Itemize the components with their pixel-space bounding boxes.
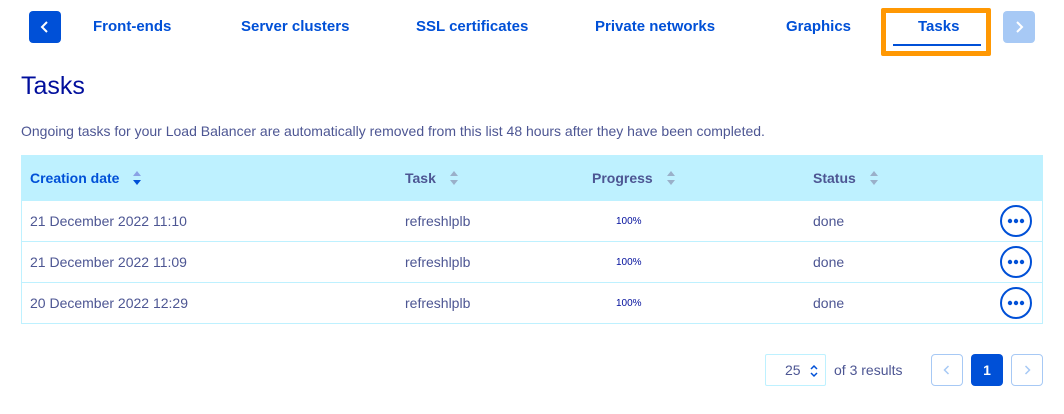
per-page-select[interactable]: 25: [765, 354, 826, 386]
row-actions-button[interactable]: [1000, 287, 1032, 319]
cell-task: refreshlplb: [405, 295, 471, 311]
pagination-next-button[interactable]: [1011, 354, 1043, 386]
tab-server-clusters[interactable]: Server clusters: [241, 15, 349, 39]
sort-icon: [869, 171, 879, 185]
table-header: Creation date Task Progress Status: [22, 156, 1042, 200]
row-actions-button[interactable]: [1000, 205, 1032, 237]
tabs-previous-button[interactable]: [29, 11, 61, 43]
column-header-status[interactable]: Status: [813, 156, 879, 200]
tab-private-networks[interactable]: Private networks: [595, 15, 715, 39]
cell-creation-date: 21 December 2022 11:09: [30, 254, 187, 270]
ellipsis-icon: [1007, 259, 1025, 265]
ellipsis-icon: [1007, 218, 1025, 224]
cell-status: done: [813, 213, 845, 229]
cell-status: done: [813, 254, 845, 270]
per-page-value: 25: [785, 362, 801, 378]
column-label: Progress: [592, 170, 653, 186]
tabs-next-button[interactable]: [1003, 11, 1035, 43]
tab-tasks[interactable]: Tasks: [918, 15, 959, 39]
tab-ssl-certificates[interactable]: SSL certificates: [416, 15, 528, 39]
tab-front-ends[interactable]: Front-ends: [93, 15, 171, 39]
row-actions-button[interactable]: [1000, 246, 1032, 278]
results-count: of 3 results: [834, 362, 903, 378]
column-header-creation-date[interactable]: Creation date: [30, 156, 142, 200]
pagination-page-button[interactable]: 1: [971, 354, 1003, 386]
active-tab-indicator: [893, 44, 981, 46]
cell-progress: 100%: [616, 256, 642, 268]
sort-icon: [449, 171, 459, 185]
column-label: Creation date: [30, 170, 120, 186]
tab-bar: Front-ends Server clusters SSL certifica…: [0, 0, 1064, 56]
page-description: Ongoing tasks for your Load Balancer are…: [21, 123, 765, 139]
column-header-task[interactable]: Task: [405, 156, 459, 200]
table-row: 21 December 2022 11:09 refreshlplb 100% …: [22, 241, 1042, 282]
column-label: Status: [813, 170, 856, 186]
cell-status: done: [813, 295, 845, 311]
table-row: 20 December 2022 12:29 refreshlplb 100% …: [22, 282, 1042, 323]
chevron-right-icon: [1024, 365, 1031, 375]
column-header-progress[interactable]: Progress: [592, 156, 676, 200]
cell-creation-date: 20 December 2022 12:29: [30, 295, 188, 311]
cell-progress: 100%: [616, 215, 642, 227]
ellipsis-icon: [1007, 300, 1025, 306]
chevron-left-icon: [40, 21, 48, 33]
page-title: Tasks: [21, 72, 85, 100]
tasks-table: Creation date Task Progress Status 21 De…: [21, 155, 1043, 324]
tab-graphics[interactable]: Graphics: [786, 15, 851, 39]
updown-chevron-icon: [810, 364, 818, 378]
pagination-previous-button[interactable]: [931, 354, 963, 386]
chevron-left-icon: [943, 365, 950, 375]
column-label: Task: [405, 170, 436, 186]
cell-task: refreshlplb: [405, 213, 471, 229]
chevron-right-icon: [1016, 21, 1024, 33]
table-row: 21 December 2022 11:10 refreshlplb 100% …: [22, 200, 1042, 241]
cell-task: refreshlplb: [405, 254, 471, 270]
sort-icon: [133, 171, 142, 185]
cell-progress: 100%: [616, 297, 642, 309]
cell-creation-date: 21 December 2022 11:10: [30, 213, 187, 229]
sort-icon: [666, 171, 676, 185]
